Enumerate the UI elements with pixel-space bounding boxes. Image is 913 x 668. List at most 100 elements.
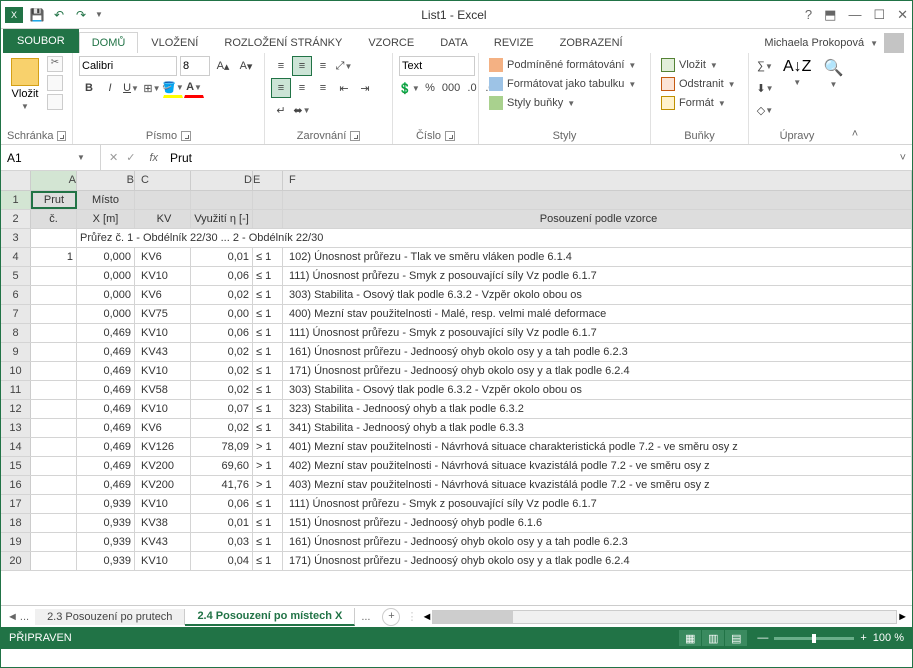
cell[interactable]: 323) Stabilita - Jednoosý ohyb a tlak po… [283,400,912,418]
cell[interactable]: 401) Mezní stav použitelnosti - Návrhová… [283,438,912,456]
row-header[interactable]: 4 [1,248,31,266]
cell[interactable]: 0,02 [191,343,253,361]
tab-home[interactable]: DOMŮ [79,32,139,53]
indent-inc-icon[interactable]: ⇥ [355,78,375,98]
cell[interactable]: 0,02 [191,286,253,304]
number-format-select[interactable] [399,56,475,76]
col-header-D[interactable]: D [191,171,253,190]
undo-icon[interactable]: ↶ [51,7,67,23]
expand-formula-icon[interactable]: ˅ [894,152,912,164]
cell[interactable]: KV10 [135,324,191,342]
cell[interactable] [253,191,283,209]
conditional-formatting-button[interactable]: Podmíněné formátování▼ [485,56,640,74]
cell[interactable]: ≤ 1 [253,400,283,418]
row-header[interactable]: 10 [1,362,31,380]
cell[interactable]: 0,939 [77,495,135,513]
cell[interactable]: 0,000 [77,267,135,285]
cell[interactable] [31,533,77,551]
cell[interactable]: 0,04 [191,552,253,570]
cancel-formula-icon[interactable]: ✕ [109,151,118,164]
cell[interactable]: 171) Únosnost průřezu - Jednoosý ohyb ok… [283,362,912,380]
minimize-icon[interactable]: — [848,7,861,22]
cell[interactable]: KV6 [135,286,191,304]
tab-insert[interactable]: VLOŽENÍ [138,32,211,53]
cell[interactable]: ≤ 1 [253,267,283,285]
name-box[interactable]: ▼ [1,145,101,170]
cell[interactable]: KV [135,210,191,228]
user-dropdown-icon[interactable]: ▼ [870,39,878,48]
cell[interactable]: 111) Únosnost průřezu - Smyk z posouvají… [283,495,912,513]
spreadsheet-grid[interactable]: A B C D E F 1 Prut Místo 2 č. X [m] KV V… [1,171,912,605]
cell[interactable]: 0,000 [77,305,135,323]
cell[interactable]: 0,06 [191,495,253,513]
help-icon[interactable]: ? [805,7,812,22]
cell[interactable]: 0,469 [77,343,135,361]
cell[interactable]: Využití η [-] [191,210,253,228]
tab-review[interactable]: REVIZE [481,32,547,53]
underline-button[interactable]: U▼ [121,78,141,98]
cell[interactable]: 0,469 [77,438,135,456]
cell[interactable]: KV10 [135,552,191,570]
active-cell[interactable]: Prut [31,191,77,209]
cell[interactable]: 1 [31,248,77,266]
cell[interactable]: 402) Mezní stav použitelnosti - Návrhová… [283,457,912,475]
enter-formula-icon[interactable]: ✓ [126,151,135,164]
col-header-E[interactable]: E [253,171,283,190]
sheet-nav-prev-icon[interactable]: ... [20,611,29,623]
row-header[interactable]: 6 [1,286,31,304]
cell[interactable]: ≤ 1 [253,324,283,342]
cell[interactable]: 0,000 [77,248,135,266]
paste-button[interactable]: Vložit ▼ [7,56,43,113]
cell[interactable]: 161) Únosnost průřezu - Jednoosý ohyb ok… [283,533,912,551]
cell[interactable] [31,343,77,361]
ribbon-options-icon[interactable]: ⬒ [824,7,836,23]
align-bottom-icon[interactable]: ≡ [313,56,333,76]
cell[interactable] [31,324,77,342]
collapse-ribbon-icon[interactable]: ˄ [845,53,865,144]
format-painter-icon[interactable] [47,94,63,110]
zoom-level[interactable]: 100 % [873,632,904,644]
increase-font-icon[interactable]: A▴ [213,56,233,76]
cell-styles-button[interactable]: Styly buňky▼ [485,94,579,112]
decrease-font-icon[interactable]: A▾ [236,56,256,76]
bold-button[interactable]: B [79,78,99,98]
row-header[interactable]: 16 [1,476,31,494]
cell[interactable]: 0,06 [191,324,253,342]
cell[interactable]: 78,09 [191,438,253,456]
row-header[interactable]: 2 [1,210,31,228]
row-header[interactable]: 1 [1,191,31,209]
row-header[interactable]: 12 [1,400,31,418]
alignment-launcher[interactable] [350,131,360,141]
currency-icon[interactable]: 💲▼ [399,78,419,98]
cell[interactable]: KV6 [135,248,191,266]
scroll-left-icon[interactable]: ◄ [421,611,432,623]
cell[interactable] [31,514,77,532]
cell[interactable]: 171) Únosnost průřezu - Jednoosý ohyb ok… [283,552,912,570]
cell[interactable]: KV75 [135,305,191,323]
cell[interactable]: 0,939 [77,552,135,570]
row-header[interactable]: 9 [1,343,31,361]
fx-icon[interactable]: fx [143,152,164,164]
cell[interactable]: 0,07 [191,400,253,418]
cell[interactable] [31,362,77,380]
cell[interactable]: 151) Únosnost průřezu - Jednoosý ohyb po… [283,514,912,532]
format-as-table-button[interactable]: Formátovat jako tabulku▼ [485,75,640,93]
font-name-select[interactable] [79,56,177,76]
scroll-right-icon[interactable]: ► [897,611,908,623]
fill-icon[interactable]: ⬇▼ [755,78,775,98]
align-right-icon[interactable]: ≡ [313,78,333,98]
cell[interactable]: 102) Únosnost průřezu - Tlak ve směru vl… [283,248,912,266]
scroll-thumb[interactable] [433,611,513,623]
cell[interactable]: ≤ 1 [253,343,283,361]
cell[interactable] [31,305,77,323]
sheet-tab[interactable]: 2.3 Posouzení po prutech [35,609,185,625]
close-icon[interactable]: ✕ [897,7,908,23]
page-break-view-icon[interactable]: ▤ [725,630,747,646]
row-header[interactable]: 7 [1,305,31,323]
normal-view-icon[interactable]: ▦ [679,630,701,646]
cell[interactable] [31,457,77,475]
save-icon[interactable]: 💾 [29,7,45,23]
cell[interactable]: KV10 [135,362,191,380]
tab-layout[interactable]: ROZLOŽENÍ STRÁNKY [211,32,355,53]
cell[interactable] [283,191,912,209]
